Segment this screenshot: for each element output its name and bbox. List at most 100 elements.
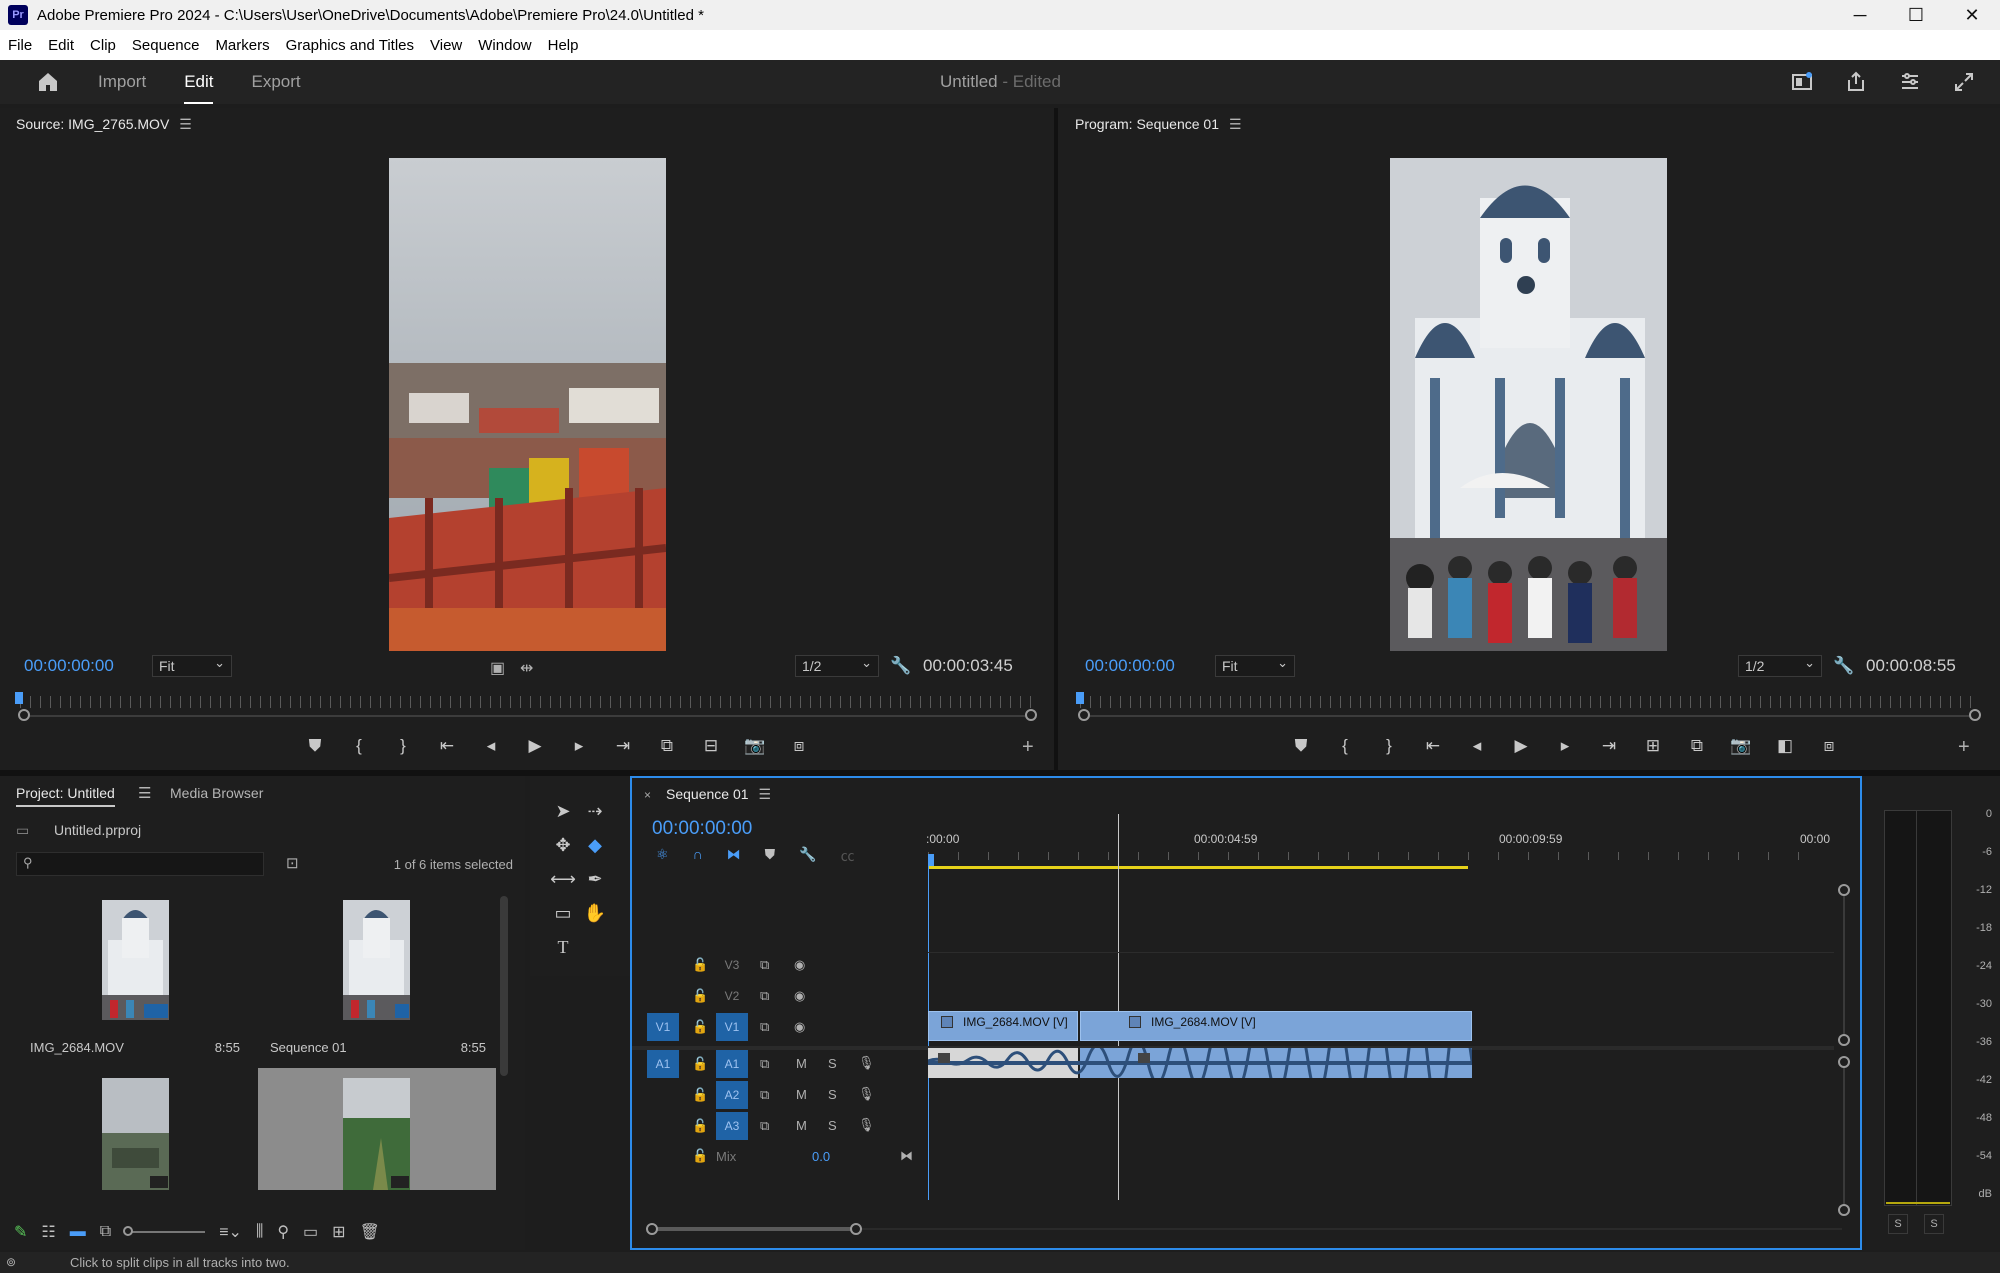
step-forward-icon[interactable]: ▸	[1554, 735, 1576, 757]
source-monitor-tab[interactable]: Source: IMG_2765.MOV ☰	[16, 116, 192, 133]
extract-icon[interactable]: ⧉	[1686, 735, 1708, 757]
video-vertical-scrollbar[interactable]	[1843, 896, 1845, 1034]
project-item-img2684[interactable]: IMG_2684.MOV 8:55	[16, 892, 254, 1074]
close-button[interactable]: ✕	[1944, 0, 2000, 30]
track-name-a3[interactable]: A3	[716, 1112, 748, 1140]
export-frame-icon[interactable]: 📷	[744, 735, 766, 757]
audio-clip-waveform[interactable]	[928, 1048, 1472, 1078]
razor-tool-icon[interactable]: ◆	[582, 832, 608, 858]
program-playhead[interactable]	[1076, 692, 1084, 704]
program-zoom-handle-right[interactable]	[1969, 709, 1981, 721]
home-icon[interactable]	[36, 70, 60, 94]
sync-lock-icon[interactable]: ⧉	[760, 1087, 769, 1103]
program-monitor-tab[interactable]: Program: Sequence 01 ☰	[1075, 116, 1242, 133]
source-playhead[interactable]	[15, 692, 23, 704]
mute-button[interactable]: M	[796, 1087, 807, 1102]
write-protect-icon[interactable]: ✎	[14, 1222, 27, 1242]
project-scrollbar[interactable]	[500, 896, 508, 1076]
close-tab-icon[interactable]: ×	[644, 788, 651, 802]
mute-button[interactable]: M	[796, 1056, 807, 1071]
button-editor-icon[interactable]: ⧈	[788, 735, 810, 757]
ripple-edit-tool-icon[interactable]: ✥	[550, 832, 576, 858]
program-time-ruler[interactable]	[1080, 696, 1980, 708]
workspace-edit[interactable]: Edit	[184, 72, 214, 104]
eye-icon[interactable]: ◉	[794, 988, 805, 1004]
sync-lock-icon[interactable]: ⧉	[760, 988, 769, 1004]
mute-button[interactable]: M	[796, 1118, 807, 1133]
program-zoom-bar[interactable]	[1084, 715, 1974, 717]
voice-over-mic-icon[interactable]: 🎙	[858, 1086, 875, 1102]
source-zoom-handle-right[interactable]	[1025, 709, 1037, 721]
source-zoom-handle-left[interactable]	[18, 709, 30, 721]
video-clip-1[interactable]: IMG_2684.MOV [V]	[928, 1011, 1078, 1041]
add-button-icon[interactable]: +	[1022, 736, 1034, 759]
lift-icon[interactable]: ⊞	[1642, 735, 1664, 757]
lock-icon[interactable]: 🔓	[692, 1087, 708, 1103]
lock-icon[interactable]: 🔓	[692, 1118, 708, 1134]
overwrite-icon[interactable]: ⊟	[700, 735, 722, 757]
sync-lock-icon[interactable]: ⧉	[760, 1019, 769, 1035]
zoom-slider-handle[interactable]	[123, 1226, 134, 1236]
lock-icon[interactable]: 🔓	[692, 1019, 708, 1035]
add-marker-icon[interactable]: ⛊	[1290, 735, 1312, 757]
track-name-a1[interactable]: A1	[716, 1050, 748, 1078]
mark-in-icon[interactable]: {	[348, 735, 370, 757]
automate-to-sequence-icon[interactable]: ⫼	[256, 1223, 263, 1241]
nest-icon[interactable]: ⚛	[656, 846, 669, 866]
mark-in-icon[interactable]: {	[1334, 735, 1356, 757]
voice-over-mic-icon[interactable]: 🎙	[858, 1055, 875, 1071]
find-icon[interactable]: ⚲	[277, 1222, 289, 1242]
project-item-sequence01[interactable]: Sequence 01 8:55	[258, 892, 496, 1074]
hand-tool-icon[interactable]: ✋	[582, 900, 608, 926]
source-patch-a1[interactable]: A1	[647, 1050, 679, 1078]
mark-out-icon[interactable]: }	[1378, 735, 1400, 757]
menu-edit[interactable]: Edit	[48, 37, 74, 54]
audio-vertical-scrollbar[interactable]	[1843, 1068, 1845, 1204]
eye-icon[interactable]: ◉	[794, 957, 805, 973]
snap-icon[interactable]: ∩	[693, 846, 703, 866]
comparison-view-icon[interactable]: ◧	[1774, 735, 1796, 757]
source-playhead-timecode[interactable]: 00:00:00:00	[24, 656, 114, 676]
voice-over-mic-icon[interactable]: 🎙	[858, 1117, 875, 1133]
play-icon[interactable]: ▶	[1510, 735, 1532, 757]
video-scroll-handle-bottom[interactable]	[1838, 1034, 1850, 1046]
sync-lock-icon[interactable]: ⧉	[760, 1056, 769, 1072]
step-forward-icon[interactable]: ▸	[568, 735, 590, 757]
settings-menu-icon[interactable]	[1898, 70, 1922, 94]
mix-volume-value[interactable]: 0.0	[812, 1149, 830, 1164]
program-playhead-timecode[interactable]: 00:00:00:00	[1085, 656, 1175, 676]
button-editor-icon[interactable]: ⧈	[1818, 735, 1840, 757]
rectangle-tool-icon[interactable]: ▭	[550, 900, 576, 926]
media-browser-tab[interactable]: Media Browser	[170, 785, 263, 801]
go-to-out-icon[interactable]: ⇥	[1598, 735, 1620, 757]
type-tool-icon[interactable]: T	[550, 934, 576, 960]
timeline-zoom-handle-right[interactable]	[850, 1223, 862, 1235]
minimize-button[interactable]: ─	[1832, 0, 1888, 30]
panel-menu-icon[interactable]: ☰	[1229, 116, 1242, 133]
timeline-ruler-ticks[interactable]	[928, 852, 1828, 860]
workspace-export[interactable]: Export	[251, 72, 300, 92]
insert-icon[interactable]: ⧉	[656, 735, 678, 757]
sequence-tab[interactable]: Sequence 01 ☰	[666, 786, 771, 803]
linked-selection-icon[interactable]: ⧓	[727, 846, 741, 866]
drag-video-only-icon[interactable]: ▣	[490, 658, 505, 678]
mark-out-icon[interactable]: }	[392, 735, 414, 757]
menu-window[interactable]: Window	[478, 37, 531, 54]
track-select-tool-icon[interactable]: ⇢	[582, 798, 608, 824]
maximize-button[interactable]: ☐	[1888, 0, 1944, 30]
solo-button[interactable]: S	[828, 1056, 837, 1071]
video-clip-2[interactable]: IMG_2684.MOV [V]	[1080, 1011, 1472, 1041]
source-patch-v1[interactable]: V1	[647, 1013, 679, 1041]
solo-button[interactable]: S	[828, 1087, 837, 1102]
menu-graphics-and-titles[interactable]: Graphics and Titles	[286, 37, 414, 54]
project-item-4-selected[interactable]	[258, 1068, 496, 1190]
step-back-icon[interactable]: ◂	[480, 735, 502, 757]
menu-clip[interactable]: Clip	[90, 37, 116, 54]
icon-view-icon[interactable]: ▬	[70, 1223, 86, 1241]
lock-icon[interactable]: 🔓	[692, 1148, 708, 1164]
go-to-in-icon[interactable]: ⇤	[1422, 735, 1444, 757]
timeline-playhead[interactable]	[928, 854, 934, 866]
panel-menu-icon[interactable]: ☰	[759, 786, 772, 803]
audio-scroll-handle-top[interactable]	[1838, 1056, 1850, 1068]
menu-file[interactable]: File	[8, 37, 32, 54]
